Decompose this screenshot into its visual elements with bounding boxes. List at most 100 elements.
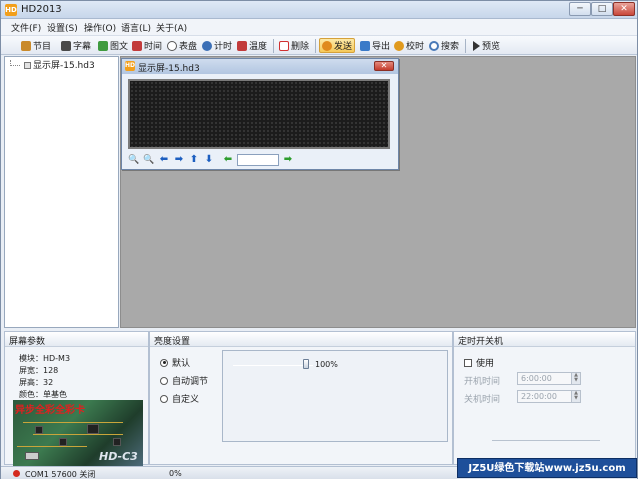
spinner-icon[interactable]: ▲ ▼	[571, 391, 580, 402]
radio-label: 自动调节	[172, 377, 209, 387]
brightness-default-radio[interactable]: 默认	[160, 356, 190, 369]
toolbar: 节目 字幕 图文 时间 表盘 计时 温度 删除 发送 导出 校时 搜索 预览	[1, 35, 637, 55]
power-off-time-field[interactable]: 22:00:00 ▲ ▼	[517, 390, 581, 403]
timer-label: 计时	[214, 42, 233, 52]
maximize-button[interactable]: □	[591, 2, 613, 16]
menu-settings[interactable]: 设置(S)	[47, 21, 78, 34]
previous-page-icon[interactable]: ⬅	[222, 154, 234, 166]
program-label: 节目	[33, 42, 52, 52]
brightness-panel: 亮度设置 默认 自动调节 自定义 100%	[149, 331, 453, 465]
power-on-time-field[interactable]: 6:00:00 ▲ ▼	[517, 372, 581, 385]
send-label: 发送	[334, 42, 353, 52]
hd-doc-icon: HD	[125, 61, 136, 71]
brightness-custom-radio[interactable]: 自定义	[160, 392, 199, 405]
screen-params-title: 屏幕参数	[5, 332, 148, 347]
minimize-button[interactable]: ─	[569, 2, 591, 16]
toolbar-separator	[315, 39, 316, 53]
use-label: 使用	[476, 359, 495, 369]
delete-icon	[279, 40, 289, 51]
brightness-slider-thumb[interactable]	[303, 359, 309, 369]
use-timer-checkbox[interactable]: 使用	[464, 356, 494, 369]
color-param: 颜色：单基色	[19, 390, 67, 399]
close-button[interactable]: ✕	[613, 2, 635, 16]
image-text-icon	[98, 40, 108, 51]
zoom-in-icon[interactable]: 🔍	[128, 154, 140, 166]
arrow-down-icon[interactable]: ⬇	[203, 154, 215, 166]
brightness-title: 亮度设置	[150, 332, 452, 347]
brightness-slider-track[interactable]	[233, 365, 313, 366]
progress-text: 0%	[169, 469, 182, 478]
clock-dial-icon	[167, 40, 177, 51]
power-on-time-value: 6:00:00	[521, 374, 552, 383]
timer-icon	[202, 40, 212, 51]
divider	[492, 440, 600, 441]
promo-model: HD-C3	[99, 450, 138, 463]
workspace: HD 显示屏-15.hd3 ✕ 🔍 🔍 ⬅ ➡ ⬆ ⬇ ⬅ ➡	[120, 56, 636, 328]
arrow-right-icon[interactable]: ➡	[173, 154, 185, 166]
screen-node-icon	[24, 62, 31, 69]
connection-status-icon	[13, 470, 20, 477]
time-button[interactable]: 时间	[130, 38, 164, 53]
power-off-time-value: 22:00:00	[521, 392, 557, 401]
brightness-slider-box: 100%	[222, 350, 448, 442]
preview-button[interactable]: 预览	[471, 38, 502, 53]
send-button[interactable]: 发送	[319, 38, 356, 53]
tree-item-label: 显示屏-15.hd3	[33, 61, 95, 71]
document-close-button[interactable]: ✕	[374, 61, 394, 71]
export-label: 导出	[372, 42, 391, 52]
preview-icon	[473, 40, 480, 51]
led-screen-preview[interactable]	[128, 79, 390, 149]
time-sync-button[interactable]: 校时	[392, 38, 426, 53]
temperature-button[interactable]: 温度	[235, 38, 269, 53]
timer-button[interactable]: 计时	[200, 38, 234, 53]
time-label: 时间	[144, 42, 163, 52]
tree-item-screen[interactable]: 显示屏-15.hd3	[22, 58, 97, 71]
tree-connector	[10, 60, 20, 66]
title-bar: HD HD2013 ─ □ ✕	[1, 1, 637, 19]
subtitle-button[interactable]: 字幕	[59, 38, 93, 53]
temperature-icon	[237, 40, 247, 51]
arrow-left-icon[interactable]: ⬅	[158, 154, 170, 166]
radio-label: 自定义	[172, 395, 200, 405]
site-watermark: JZ5U绿色下载站www.jz5u.com	[457, 458, 637, 478]
screen-tree: 显示屏-15.hd3	[4, 56, 119, 328]
document-title: 显示屏-15.hd3	[138, 64, 200, 74]
menu-about[interactable]: 关于(A)	[156, 21, 187, 34]
search-button[interactable]: 搜索	[427, 38, 461, 53]
menu-operation[interactable]: 操作(O)	[84, 21, 116, 34]
clock-dial-button[interactable]: 表盘	[165, 38, 199, 53]
checkbox-icon	[464, 358, 472, 367]
document-title-bar[interactable]: HD 显示屏-15.hd3 ✕	[122, 59, 398, 74]
main-window: HD HD2013 ─ □ ✕ 文件(F) 设置(S) 操作(O) 语言(L) …	[0, 0, 638, 479]
image-text-label: 图文	[110, 42, 129, 52]
time-sync-label: 校时	[406, 42, 425, 52]
image-text-button[interactable]: 图文	[96, 38, 130, 53]
clock-dial-label: 表盘	[179, 42, 198, 52]
timer-power-panel: 定时开关机 使用 开机时间 6:00:00 ▲ ▼ 关机时间 22:00:00 ▲…	[453, 331, 636, 465]
page-field[interactable]	[237, 154, 279, 166]
delete-label: 删除	[291, 42, 310, 52]
menu-file[interactable]: 文件(F)	[11, 21, 41, 34]
delete-button[interactable]: 删除	[277, 38, 311, 53]
screen-params-panel: 屏幕参数 模块：HD-M3 屏宽：128 屏高：32 颜色：单基色 异步全彩全彩…	[4, 331, 149, 466]
program-icon	[21, 40, 31, 51]
program-button[interactable]: 节目	[19, 38, 53, 53]
toolbar-separator	[273, 39, 274, 53]
toolbar-separator	[465, 39, 466, 53]
brightness-value: 100%	[315, 360, 338, 369]
spinner-icon[interactable]: ▲ ▼	[571, 373, 580, 384]
time-sync-icon	[394, 40, 404, 51]
radio-icon	[160, 394, 168, 403]
subtitle-label: 字幕	[73, 42, 92, 52]
app-title: HD2013	[21, 4, 62, 15]
export-button[interactable]: 导出	[358, 38, 392, 53]
zoom-out-icon[interactable]: 🔍	[143, 154, 155, 166]
brightness-auto-radio[interactable]: 自动调节	[160, 374, 208, 387]
arrow-up-icon[interactable]: ⬆	[188, 154, 200, 166]
menu-language[interactable]: 语言(L)	[121, 21, 151, 34]
next-page-icon[interactable]: ➡	[282, 154, 294, 166]
send-icon	[322, 40, 332, 51]
export-icon	[360, 40, 370, 51]
time-icon	[132, 40, 142, 51]
radio-selected-icon	[160, 358, 168, 367]
